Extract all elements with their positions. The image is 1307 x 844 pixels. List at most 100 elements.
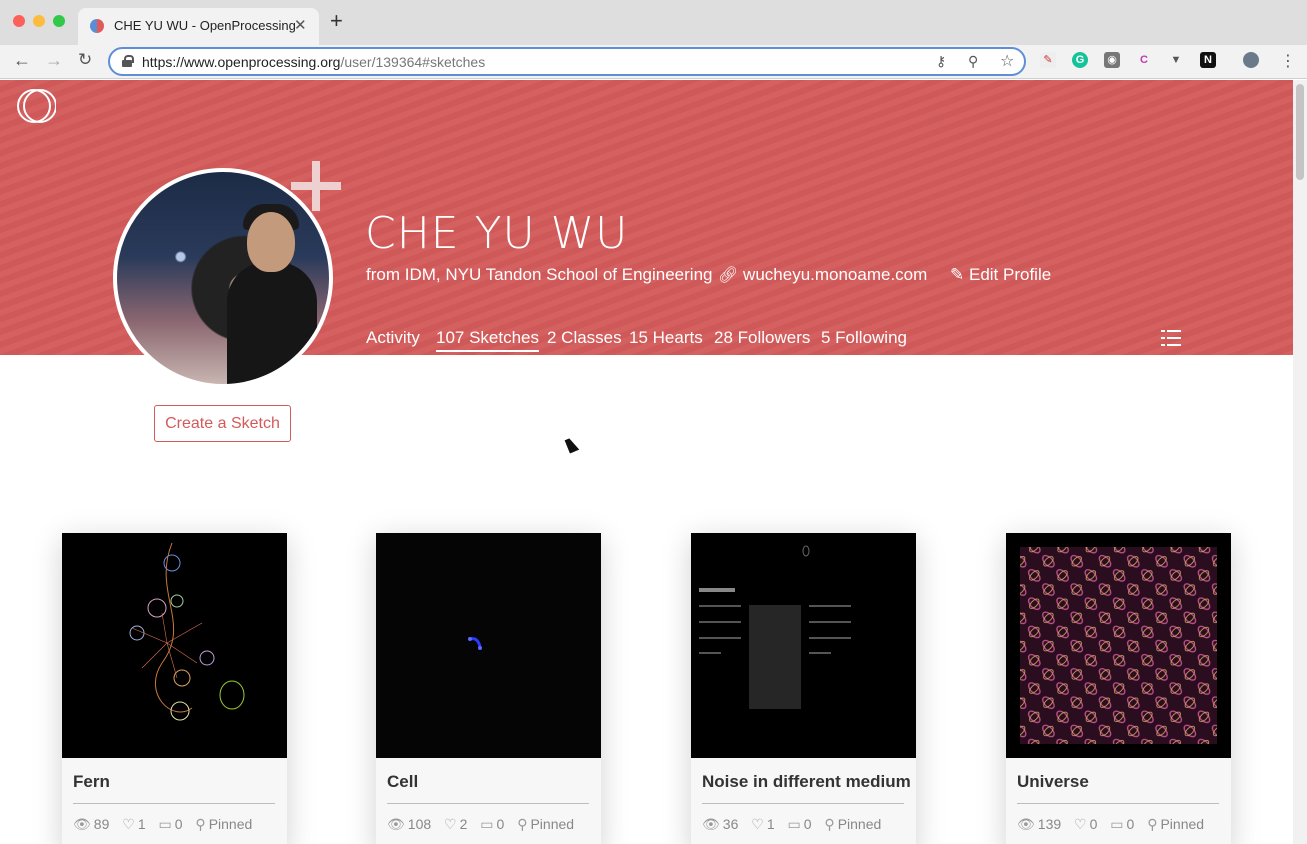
tab-sketches[interactable]: 107 Sketches xyxy=(436,328,540,352)
heart-count: 1 xyxy=(766,816,775,832)
heart-icon[interactable]: ♡ xyxy=(444,816,457,833)
profile-name: CHE YU WU xyxy=(365,208,629,259)
heart-icon[interactable]: ♡ xyxy=(122,816,135,833)
sketch-stats: 👁︎ 108 ♡ 2 ▭ 0 ⚲ Pinned xyxy=(387,816,583,833)
eye-icon: 👁︎ xyxy=(702,816,720,832)
pinned-label: Pinned xyxy=(208,816,253,832)
divider xyxy=(1017,803,1219,804)
heart-icon[interactable]: ♡ xyxy=(751,816,764,833)
extension-c-icon[interactable]: C xyxy=(1136,52,1152,68)
create-sketch-button[interactable]: Create a Sketch xyxy=(154,405,291,442)
back-arrow-icon[interactable]: ← xyxy=(13,50,31,71)
sketch-thumbnail-cell[interactable] xyxy=(376,533,601,758)
website-link[interactable]: 🔗︎ wucheyu.monoame.com xyxy=(718,265,927,285)
plus-icon[interactable] xyxy=(291,161,341,211)
notion-icon[interactable]: N xyxy=(1200,52,1216,68)
comment-count: 0 xyxy=(174,816,183,832)
pinned-label: Pinned xyxy=(530,816,575,832)
sketch-thumbnail-universe[interactable] xyxy=(1006,533,1231,758)
comment-icon[interactable]: ▭ xyxy=(788,816,801,833)
edit-profile-link[interactable]: ✎ Edit Profile xyxy=(950,265,1051,285)
sketch-thumbnail-noise[interactable] xyxy=(691,533,916,758)
website-text: wucheyu.monoame.com xyxy=(743,265,928,284)
comment-count: 0 xyxy=(496,816,505,832)
minimize-window-button[interactable] xyxy=(33,15,45,27)
affiliation: from IDM, NYU Tandon School of Engineeri… xyxy=(366,265,713,284)
close-window-button[interactable] xyxy=(13,15,25,27)
view-count: 139 xyxy=(1037,816,1062,832)
pin-icon: ⚲ xyxy=(195,816,206,832)
bookmark-star-icon[interactable]: ☆ xyxy=(1000,51,1014,71)
tab-followers[interactable]: 28 Followers xyxy=(714,328,810,348)
zoom-icon[interactable]: ⚲ xyxy=(968,53,978,70)
eye-icon: 👁︎ xyxy=(73,816,91,832)
url-text: https://www.openprocessing.org/user/1393… xyxy=(142,54,485,70)
scrollbar-thumb[interactable] xyxy=(1296,84,1304,180)
menu-dots-icon[interactable]: ⋮ xyxy=(1280,51,1296,71)
sketch-card[interactable]: Universe 👁︎ 139 ♡ 0 ▭ 0 ⚲ Pinned xyxy=(1006,533,1231,844)
sketch-stats: 👁︎ 139 ♡ 0 ▭ 0 ⚲ Pinned xyxy=(1017,816,1213,833)
tab-activity[interactable]: Activity xyxy=(366,328,420,348)
browser-tab-bar: CHE YU WU - OpenProcessing ✕ + xyxy=(0,0,1307,45)
divider xyxy=(702,803,904,804)
key-icon[interactable]: ⚷ xyxy=(936,53,946,70)
profile-avatar-icon[interactable] xyxy=(1243,52,1259,68)
divider xyxy=(387,803,589,804)
openprocessing-favicon-icon xyxy=(90,19,104,33)
view-count: 89 xyxy=(93,816,110,832)
sketch-title[interactable]: Cell xyxy=(387,772,418,792)
sketch-title[interactable]: Universe xyxy=(1017,772,1089,792)
grammarly-icon[interactable]: G xyxy=(1072,52,1088,68)
sketch-stats: 👁︎ 89 ♡ 1 ▭ 0 ⚲ Pinned xyxy=(73,816,261,833)
browser-toolbar: ← → ↻ https://www.openprocessing.org/use… xyxy=(0,45,1307,79)
page-scrollbar[interactable] xyxy=(1293,80,1307,844)
pencil-icon: ✎ xyxy=(950,265,965,284)
comment-count: 0 xyxy=(803,816,812,832)
maximize-window-button[interactable] xyxy=(53,15,65,27)
openprocessing-logo-icon[interactable] xyxy=(16,88,56,124)
comment-icon[interactable]: ▭ xyxy=(159,816,172,833)
avatar-figure xyxy=(227,262,317,384)
pin-icon: ⚲ xyxy=(824,816,835,832)
pinned-label: Pinned xyxy=(837,816,882,832)
edit-profile-text: Edit Profile xyxy=(968,265,1052,284)
new-tab-button[interactable]: + xyxy=(330,10,343,32)
tab-following[interactable]: 5 Following xyxy=(821,328,907,348)
tab-hearts[interactable]: 15 Hearts xyxy=(629,328,703,348)
pin-icon: ⚲ xyxy=(517,816,528,832)
tab-classes[interactable]: 2 Classes xyxy=(547,328,622,348)
url-path: /user/139364#sketches xyxy=(340,54,486,70)
avatar-face xyxy=(247,212,295,272)
extension-pen-icon[interactable]: ✎ xyxy=(1040,52,1056,68)
pin-icon: ⚲ xyxy=(1147,816,1158,832)
heart-icon[interactable]: ♡ xyxy=(1074,816,1087,833)
camera-icon[interactable]: ◉ xyxy=(1104,52,1120,68)
browser-tab[interactable]: CHE YU WU - OpenProcessing ✕ xyxy=(78,8,319,45)
comment-icon[interactable]: ▭ xyxy=(1110,816,1123,833)
reload-icon[interactable]: ↻ xyxy=(78,50,92,70)
comment-count: 0 xyxy=(1126,816,1135,832)
sketch-thumbnail-fern[interactable] xyxy=(62,533,287,758)
heart-count: 2 xyxy=(459,816,468,832)
sketch-card[interactable]: Noise in different medium 👁︎ 36 ♡ 1 ▭ 0 ⚲ Pi… xyxy=(691,533,916,844)
address-bar[interactable]: https://www.openprocessing.org/user/1393… xyxy=(108,47,1026,76)
sketch-card[interactable]: Cell 👁︎ 108 ♡ 2 ▭ 0 ⚲ Pinned xyxy=(376,533,601,844)
view-count: 108 xyxy=(407,816,432,832)
tab-close-icon[interactable]: ✕ xyxy=(294,16,307,34)
sketch-title[interactable]: Noise in different medium xyxy=(702,772,911,792)
extension-v-icon[interactable]: ▼ xyxy=(1168,52,1184,68)
sketch-stats: 👁︎ 36 ♡ 1 ▭ 0 ⚲ Pinned xyxy=(702,816,890,833)
pinned-label: Pinned xyxy=(1160,816,1205,832)
comment-icon[interactable]: ▭ xyxy=(480,816,493,833)
divider xyxy=(73,803,275,804)
page: CHE YU WU from IDM, NYU Tandon School of… xyxy=(0,80,1307,844)
sketch-card[interactable]: Fern 👁︎ 89 ♡ 1 ▭ 0 ⚲ Pinned xyxy=(62,533,287,844)
link-icon: 🔗︎ xyxy=(718,267,739,284)
list-view-icon[interactable] xyxy=(1161,330,1181,346)
heart-count: 1 xyxy=(137,816,146,832)
eye-icon: 👁︎ xyxy=(387,816,405,832)
sketch-title[interactable]: Fern xyxy=(73,772,110,792)
tab-title: CHE YU WU - OpenProcessing xyxy=(114,18,296,33)
eye-icon: 👁︎ xyxy=(1017,816,1035,832)
forward-arrow-icon[interactable]: → xyxy=(45,50,63,71)
